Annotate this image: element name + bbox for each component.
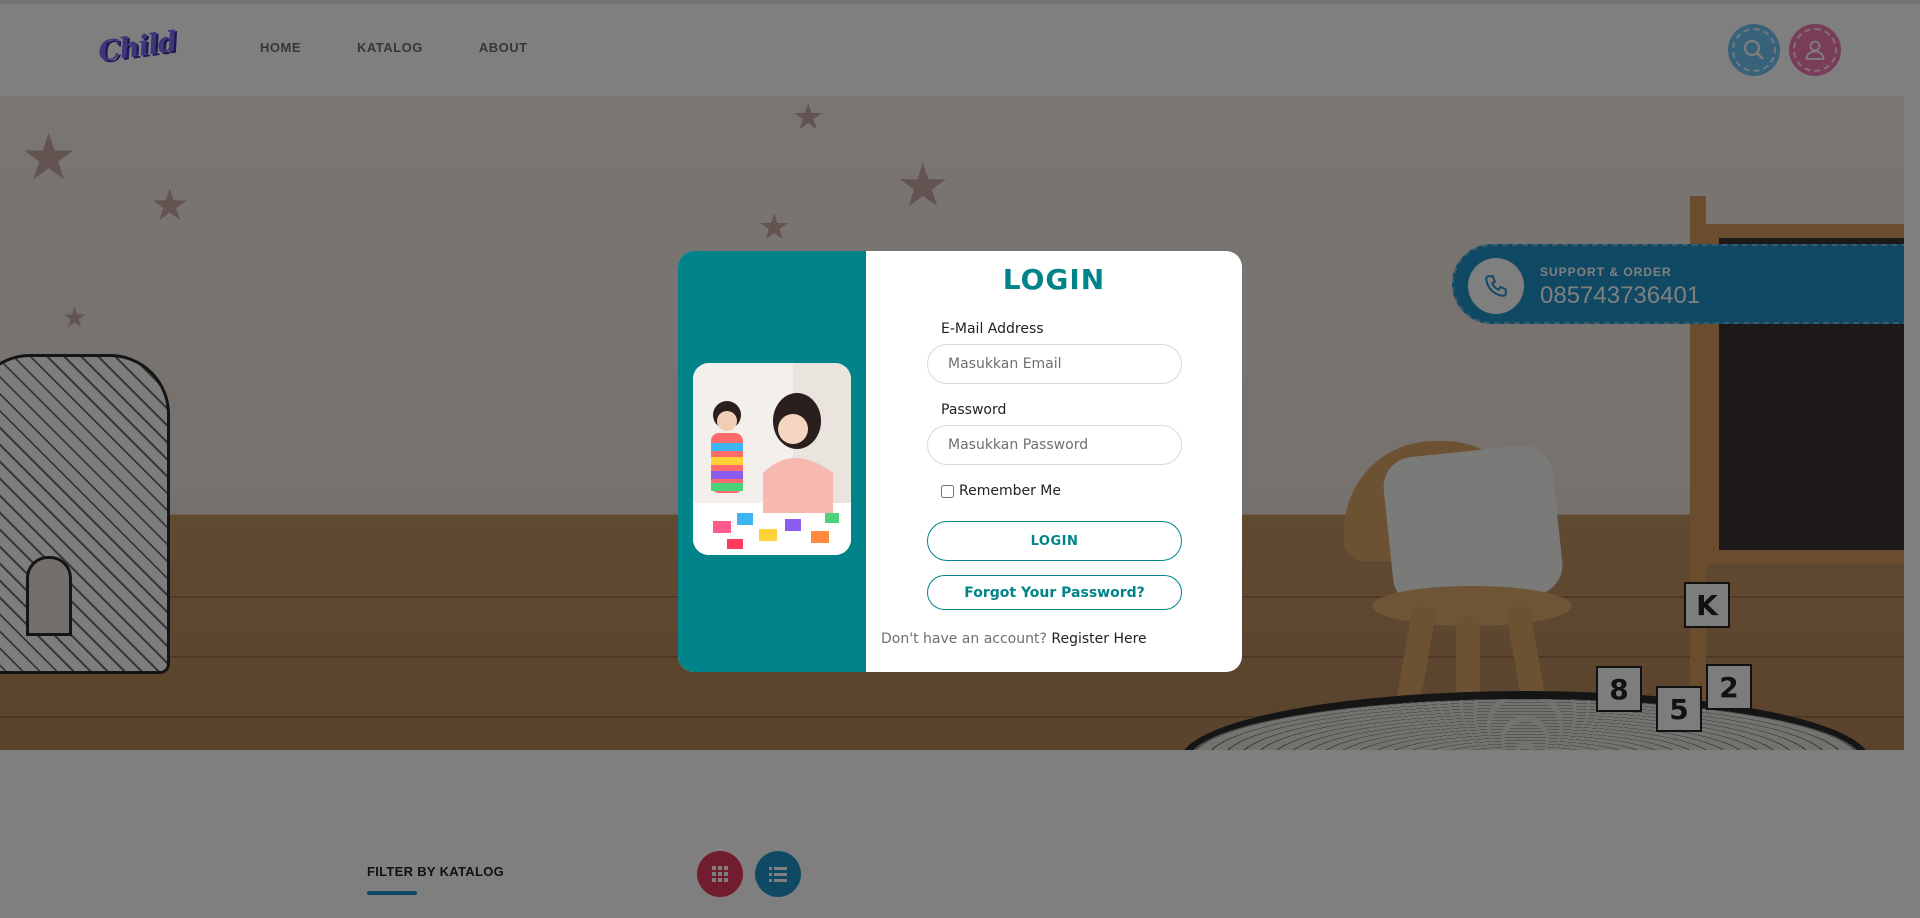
email-label: E-Mail Address bbox=[941, 321, 1044, 337]
login-title: LOGIN bbox=[1002, 263, 1106, 296]
login-form-panel: LOGIN E-Mail Address Password Remember M… bbox=[866, 251, 1242, 672]
register-link[interactable]: Register Here bbox=[1051, 631, 1146, 647]
remember-me-row[interactable]: Remember Me bbox=[941, 483, 1061, 499]
login-button[interactable]: LOGIN bbox=[927, 521, 1182, 561]
password-label: Password bbox=[941, 402, 1007, 418]
login-modal-side-panel bbox=[678, 251, 866, 672]
register-prompt: Don't have an account? bbox=[881, 631, 1047, 647]
forgot-password-button[interactable]: Forgot Your Password? bbox=[927, 575, 1182, 610]
remember-me-checkbox[interactable] bbox=[941, 484, 954, 498]
remember-me-label: Remember Me bbox=[959, 483, 1061, 499]
login-modal: LOGIN E-Mail Address Password Remember M… bbox=[678, 251, 1242, 672]
email-field[interactable] bbox=[927, 344, 1182, 384]
register-row: Don't have an account? Register Here bbox=[881, 631, 1147, 647]
password-field[interactable] bbox=[927, 425, 1182, 465]
mother-child-photo bbox=[693, 363, 851, 555]
photo-illustration bbox=[693, 363, 851, 555]
